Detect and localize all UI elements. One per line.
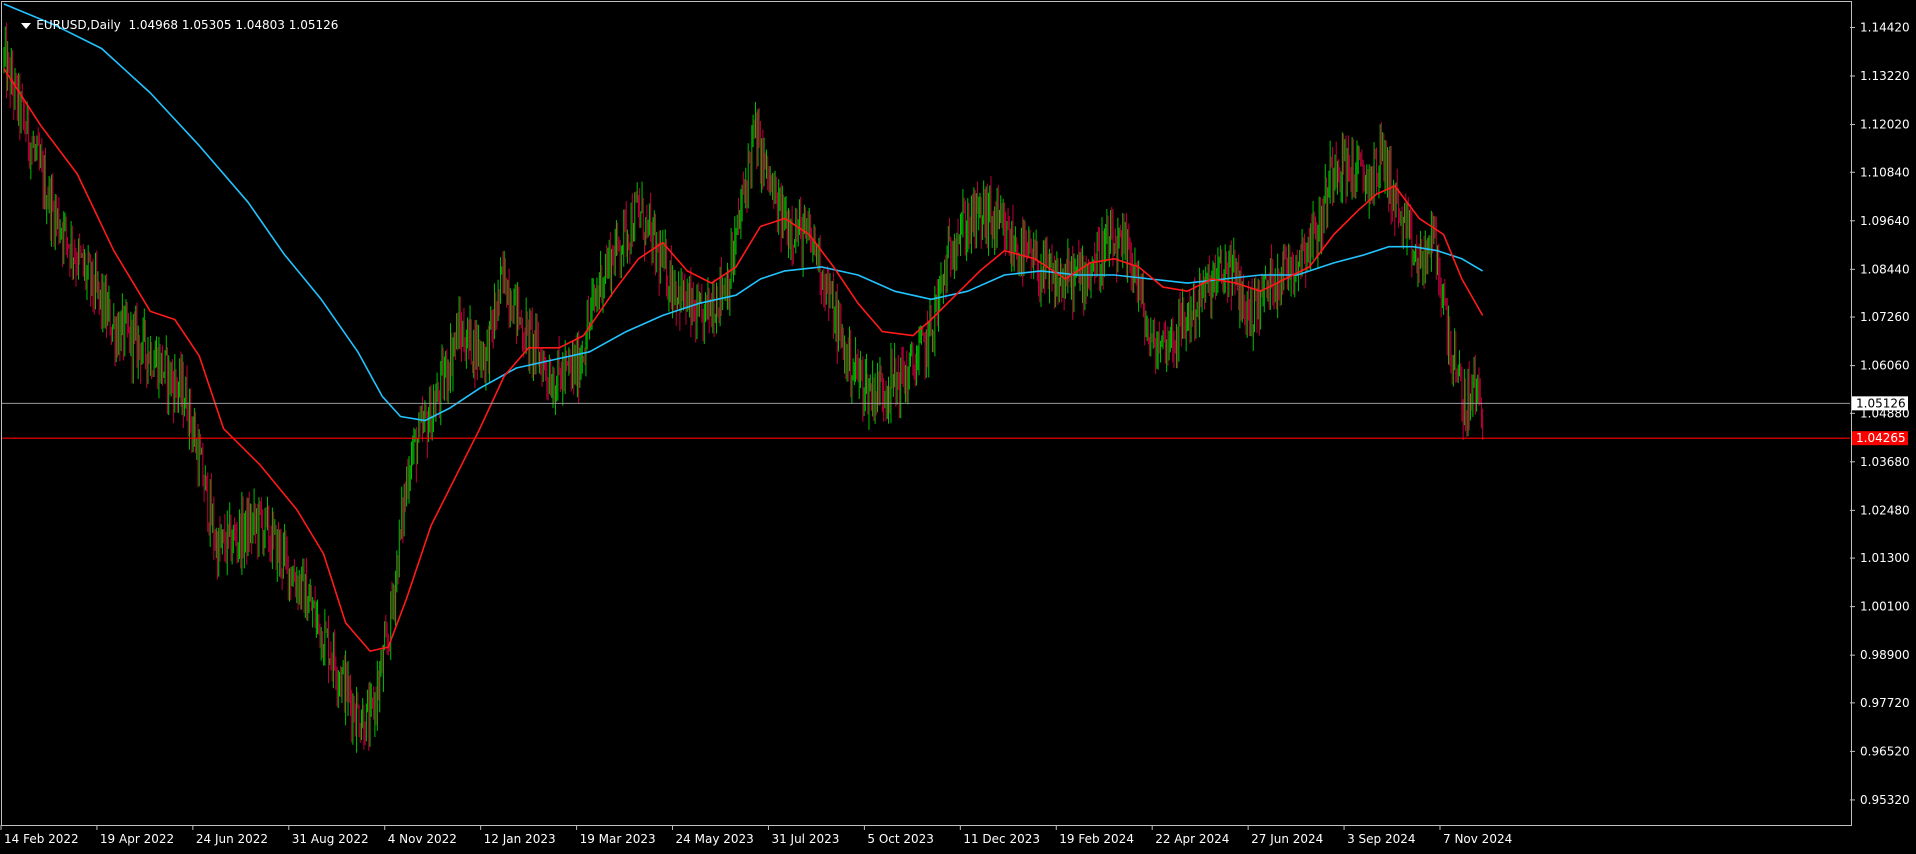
- x-tick-label: 7 Nov 2024: [1443, 832, 1512, 846]
- y-tick-label: 1.00100: [1860, 600, 1910, 614]
- y-tick-label: 1.08440: [1860, 262, 1910, 276]
- x-tick-label: 11 Dec 2023: [963, 832, 1040, 846]
- ohlc-label: 1.04968 1.05305 1.04803 1.05126: [128, 18, 339, 32]
- caret-down-icon[interactable]: [21, 22, 32, 29]
- x-tick-label: 22 Apr 2024: [1155, 832, 1229, 846]
- x-tick-label: 5 Oct 2023: [867, 832, 934, 846]
- y-tick-label: 0.97720: [1860, 696, 1910, 710]
- y-tick-label: 1.14420: [1860, 20, 1910, 34]
- symbol-label: EURUSD,Daily: [36, 18, 121, 32]
- x-tick-label: 19 Mar 2023: [580, 832, 656, 846]
- y-tick-label: 0.96520: [1860, 744, 1910, 758]
- y-tick-label: 1.10840: [1860, 165, 1910, 179]
- x-tick-label: 24 May 2023: [676, 832, 754, 846]
- x-tick-label: 12 Jan 2023: [484, 832, 556, 846]
- y-tick-label: 1.09640: [1860, 214, 1910, 228]
- chart-background: [0, 0, 1916, 850]
- x-tick-label: 14 Feb 2022: [4, 832, 79, 846]
- x-tick-label: 3 Sep 2024: [1347, 832, 1415, 846]
- x-tick-label: 31 Jul 2023: [771, 832, 839, 846]
- y-tick-label: 1.12020: [1860, 118, 1910, 132]
- level-price-tag-label: 1.04265: [1856, 431, 1906, 445]
- x-tick-label: 19 Apr 2022: [100, 832, 174, 846]
- y-tick-label: 1.03680: [1860, 455, 1910, 469]
- chart-header: EURUSD,Daily 1.04968 1.05305 1.04803 1.0…: [6, 4, 338, 46]
- x-tick-label: 31 Aug 2022: [292, 832, 369, 846]
- y-tick-label: 1.02480: [1860, 503, 1910, 517]
- chart-window[interactable]: 1.14420 1.13220 1.12020 1.10840 1.09640 1.084…: [0, 0, 1916, 850]
- y-tick-label: 1.07260: [1860, 310, 1910, 324]
- x-tick-label: 24 Jun 2022: [196, 832, 268, 846]
- price-chart[interactable]: 1.14420 1.13220 1.12020 1.10840 1.09640 1.084…: [0, 0, 1916, 850]
- y-tick-label: 1.13220: [1860, 69, 1910, 83]
- y-tick-label: 1.01300: [1860, 551, 1910, 565]
- x-tick-label: 27 Jun 2024: [1251, 832, 1323, 846]
- y-tick-label: 0.95320: [1860, 793, 1910, 807]
- y-tick-label: 0.98900: [1860, 648, 1910, 662]
- x-tick-label: 19 Feb 2024: [1059, 832, 1134, 846]
- y-tick-label: 1.06060: [1860, 359, 1910, 373]
- bid-price-tag-label: 1.05126: [1856, 396, 1906, 410]
- x-tick-label: 4 Nov 2022: [388, 832, 457, 846]
